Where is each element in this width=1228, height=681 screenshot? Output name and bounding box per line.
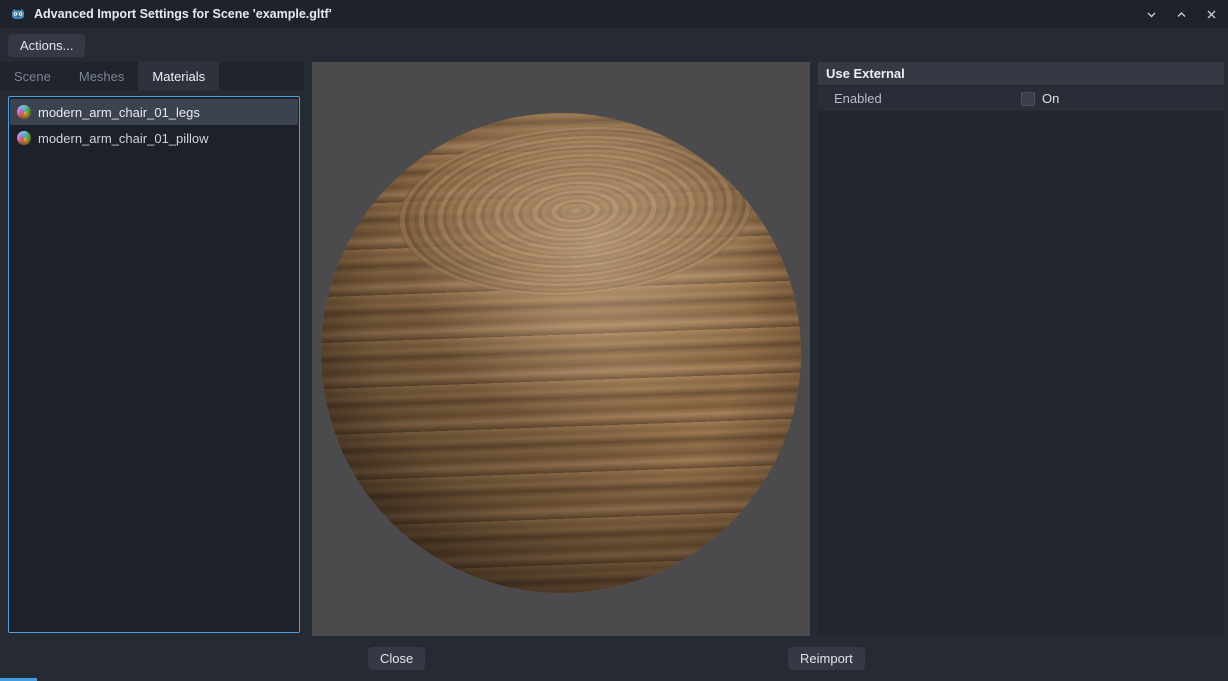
tab-materials[interactable]: Materials bbox=[138, 62, 219, 90]
sphere-shading bbox=[321, 113, 801, 593]
list-item[interactable]: modern_arm_chair_01_legs bbox=[10, 99, 298, 125]
material-label: modern_arm_chair_01_legs bbox=[38, 105, 200, 120]
property-label: Enabled bbox=[818, 91, 1021, 106]
list-item[interactable]: modern_arm_chair_01_pillow bbox=[10, 125, 298, 151]
tab-bar: Scene Meshes Materials bbox=[0, 62, 304, 90]
materials-list: modern_arm_chair_01_legs modern_arm_chai… bbox=[8, 96, 300, 633]
material-icon bbox=[17, 131, 31, 145]
titlebar: Advanced Import Settings for Scene 'exam… bbox=[0, 0, 1228, 28]
tab-meshes[interactable]: Meshes bbox=[65, 62, 139, 90]
godot-icon bbox=[10, 6, 26, 22]
footer: Close Reimport bbox=[0, 636, 1228, 679]
window-close-icon[interactable] bbox=[1204, 7, 1218, 21]
inspector-panel: Use External Enabled On bbox=[818, 62, 1224, 636]
property-row-enabled: Enabled On bbox=[818, 86, 1224, 111]
checkbox-state-label: On bbox=[1042, 91, 1059, 106]
window-title: Advanced Import Settings for Scene 'exam… bbox=[34, 7, 332, 21]
preview-sphere bbox=[321, 113, 801, 593]
actions-button[interactable]: Actions... bbox=[8, 34, 85, 57]
menubar: Actions... bbox=[0, 28, 1228, 62]
enabled-checkbox[interactable] bbox=[1021, 92, 1035, 106]
main-area: Scene Meshes Materials modern_arm_chair_… bbox=[0, 62, 1228, 636]
window-maximize-icon[interactable] bbox=[1174, 7, 1188, 21]
material-icon bbox=[17, 105, 31, 119]
reimport-button[interactable]: Reimport bbox=[788, 647, 865, 670]
window-minimize-icon[interactable] bbox=[1144, 7, 1158, 21]
material-preview-viewport bbox=[312, 62, 810, 636]
close-button[interactable]: Close bbox=[368, 647, 425, 670]
left-column: Scene Meshes Materials modern_arm_chair_… bbox=[0, 62, 304, 636]
material-label: modern_arm_chair_01_pillow bbox=[38, 131, 209, 146]
section-use-external[interactable]: Use External bbox=[818, 62, 1224, 85]
tab-scene[interactable]: Scene bbox=[0, 62, 65, 90]
